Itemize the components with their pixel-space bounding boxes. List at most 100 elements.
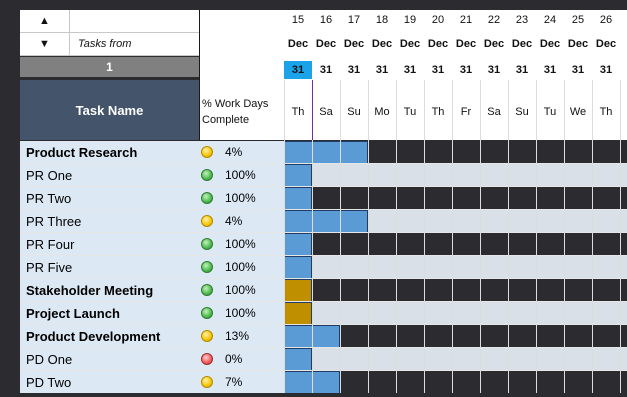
task-bar [284, 256, 312, 279]
date-weekday: Sa [319, 106, 333, 118]
date-number: 18 [375, 14, 389, 26]
timeline-cells [284, 256, 627, 279]
pct-header-line2: Complete [202, 114, 250, 126]
timeline-cells [284, 302, 627, 325]
date-number: 16 [319, 14, 333, 26]
date-header: 15 Dec 31 Th 16 Dec 31 Sa 17 Dec 31 Su 18 Dec 31 Mo 19 De… [284, 10, 627, 140]
date-number: 21 [459, 14, 473, 26]
date-weekday: Tu [543, 106, 557, 118]
pct-complete-value: 100% [225, 283, 256, 297]
task-bar [284, 210, 368, 233]
date-day: 31 [403, 64, 417, 76]
start-index-cell[interactable]: 1 [20, 57, 199, 77]
grid-vline [592, 80, 593, 393]
pct-complete-value: 13% [225, 329, 250, 343]
green-status-icon [201, 307, 213, 319]
yellow-status-icon [201, 146, 213, 158]
date-day: 31 [459, 64, 473, 76]
green-status-icon [201, 284, 213, 296]
date-number: 26 [599, 14, 613, 26]
timeline-cells [284, 164, 627, 187]
date-day: 31 [599, 64, 613, 76]
date-month: Dec [343, 38, 365, 50]
date-weekday: Fr [460, 106, 472, 118]
timeline-cells [284, 187, 627, 210]
tasks-from-label: Tasks from [78, 38, 132, 50]
date-day: 31 [319, 64, 333, 76]
scroll-down-button[interactable]: ▼ [20, 33, 70, 55]
red-status-icon [201, 353, 213, 365]
date-weekday: Sa [487, 106, 501, 118]
grid-vline [620, 80, 621, 393]
task-bar [284, 187, 312, 210]
date-number: 24 [543, 14, 557, 26]
date-day: 31 [515, 64, 529, 76]
date-day: 31 [284, 61, 312, 79]
date-month: Dec [567, 38, 589, 50]
pct-complete-value: 100% [225, 191, 256, 205]
scroll-up-button[interactable]: ▲ [20, 10, 70, 32]
grid-vline [480, 80, 481, 393]
date-month: Dec [427, 38, 449, 50]
green-status-icon [201, 261, 213, 273]
date-weekday: Th [599, 106, 613, 118]
pct-complete-value: 4% [225, 214, 243, 228]
date-number: 25 [571, 14, 585, 26]
yellow-status-icon [201, 376, 213, 388]
pct-complete-header: % Work Days Complete [200, 96, 284, 140]
timeline-cells [284, 233, 627, 256]
task-bar [284, 164, 312, 187]
date-weekday: Mo [374, 106, 390, 118]
task-bar [284, 233, 312, 256]
window-frame-left [0, 0, 20, 397]
green-status-icon [201, 238, 213, 250]
window-frame-top [0, 0, 627, 10]
task-bar [284, 348, 312, 371]
date-weekday: Su [347, 106, 361, 118]
pct-complete-value: 100% [225, 260, 256, 274]
pct-header-line1: % Work Days [202, 98, 269, 110]
grid-vline [564, 80, 565, 393]
timeline-cells [284, 279, 627, 302]
timeline-cells [284, 371, 627, 394]
date-weekday: We [569, 106, 587, 118]
timeline-cells [284, 348, 627, 371]
date-number: 17 [347, 14, 361, 26]
grid-vline [396, 80, 397, 393]
pct-complete-value: 100% [225, 306, 256, 320]
grid-vline [284, 80, 285, 393]
window-frame-bottom [0, 393, 627, 397]
task-bar [284, 302, 312, 325]
date-day: 31 [487, 64, 501, 76]
date-month: Dec [539, 38, 561, 50]
grid-vline [508, 80, 509, 393]
grid-vline [340, 80, 341, 393]
grid-vline [536, 80, 537, 393]
date-month: Dec [511, 38, 533, 50]
date-day: 31 [347, 64, 361, 76]
date-month: Dec [595, 38, 617, 50]
timeline-cells [284, 141, 627, 164]
date-day: 31 [543, 64, 557, 76]
date-month: Dec [315, 38, 337, 50]
date-weekday: Su [515, 106, 529, 118]
date-day: 31 [375, 64, 389, 76]
date-weekday: Tu [403, 106, 417, 118]
date-month: Dec [455, 38, 477, 50]
pct-complete-value: 4% [225, 145, 243, 159]
scroll-down-row: ▼ Tasks from [20, 33, 199, 56]
gantt-sheet: 15 Dec 31 Th 16 Dec 31 Sa 17 Dec 31 Su 18 Dec 31 Mo 19 De… [0, 0, 627, 397]
grid-vline [424, 80, 425, 393]
task-bar [284, 141, 368, 164]
date-month: Dec [483, 38, 505, 50]
date-month: Dec [399, 38, 421, 50]
timeline-cells [284, 210, 627, 233]
pct-complete-value: 7% [225, 375, 243, 389]
date-number: 19 [403, 14, 417, 26]
yellow-status-icon [201, 330, 213, 342]
green-status-icon [201, 192, 213, 204]
scroll-up-row: ▲ [20, 10, 199, 33]
task-name-header: Task Name [20, 80, 199, 140]
task-bar [284, 279, 312, 302]
grid-vline [368, 80, 369, 393]
